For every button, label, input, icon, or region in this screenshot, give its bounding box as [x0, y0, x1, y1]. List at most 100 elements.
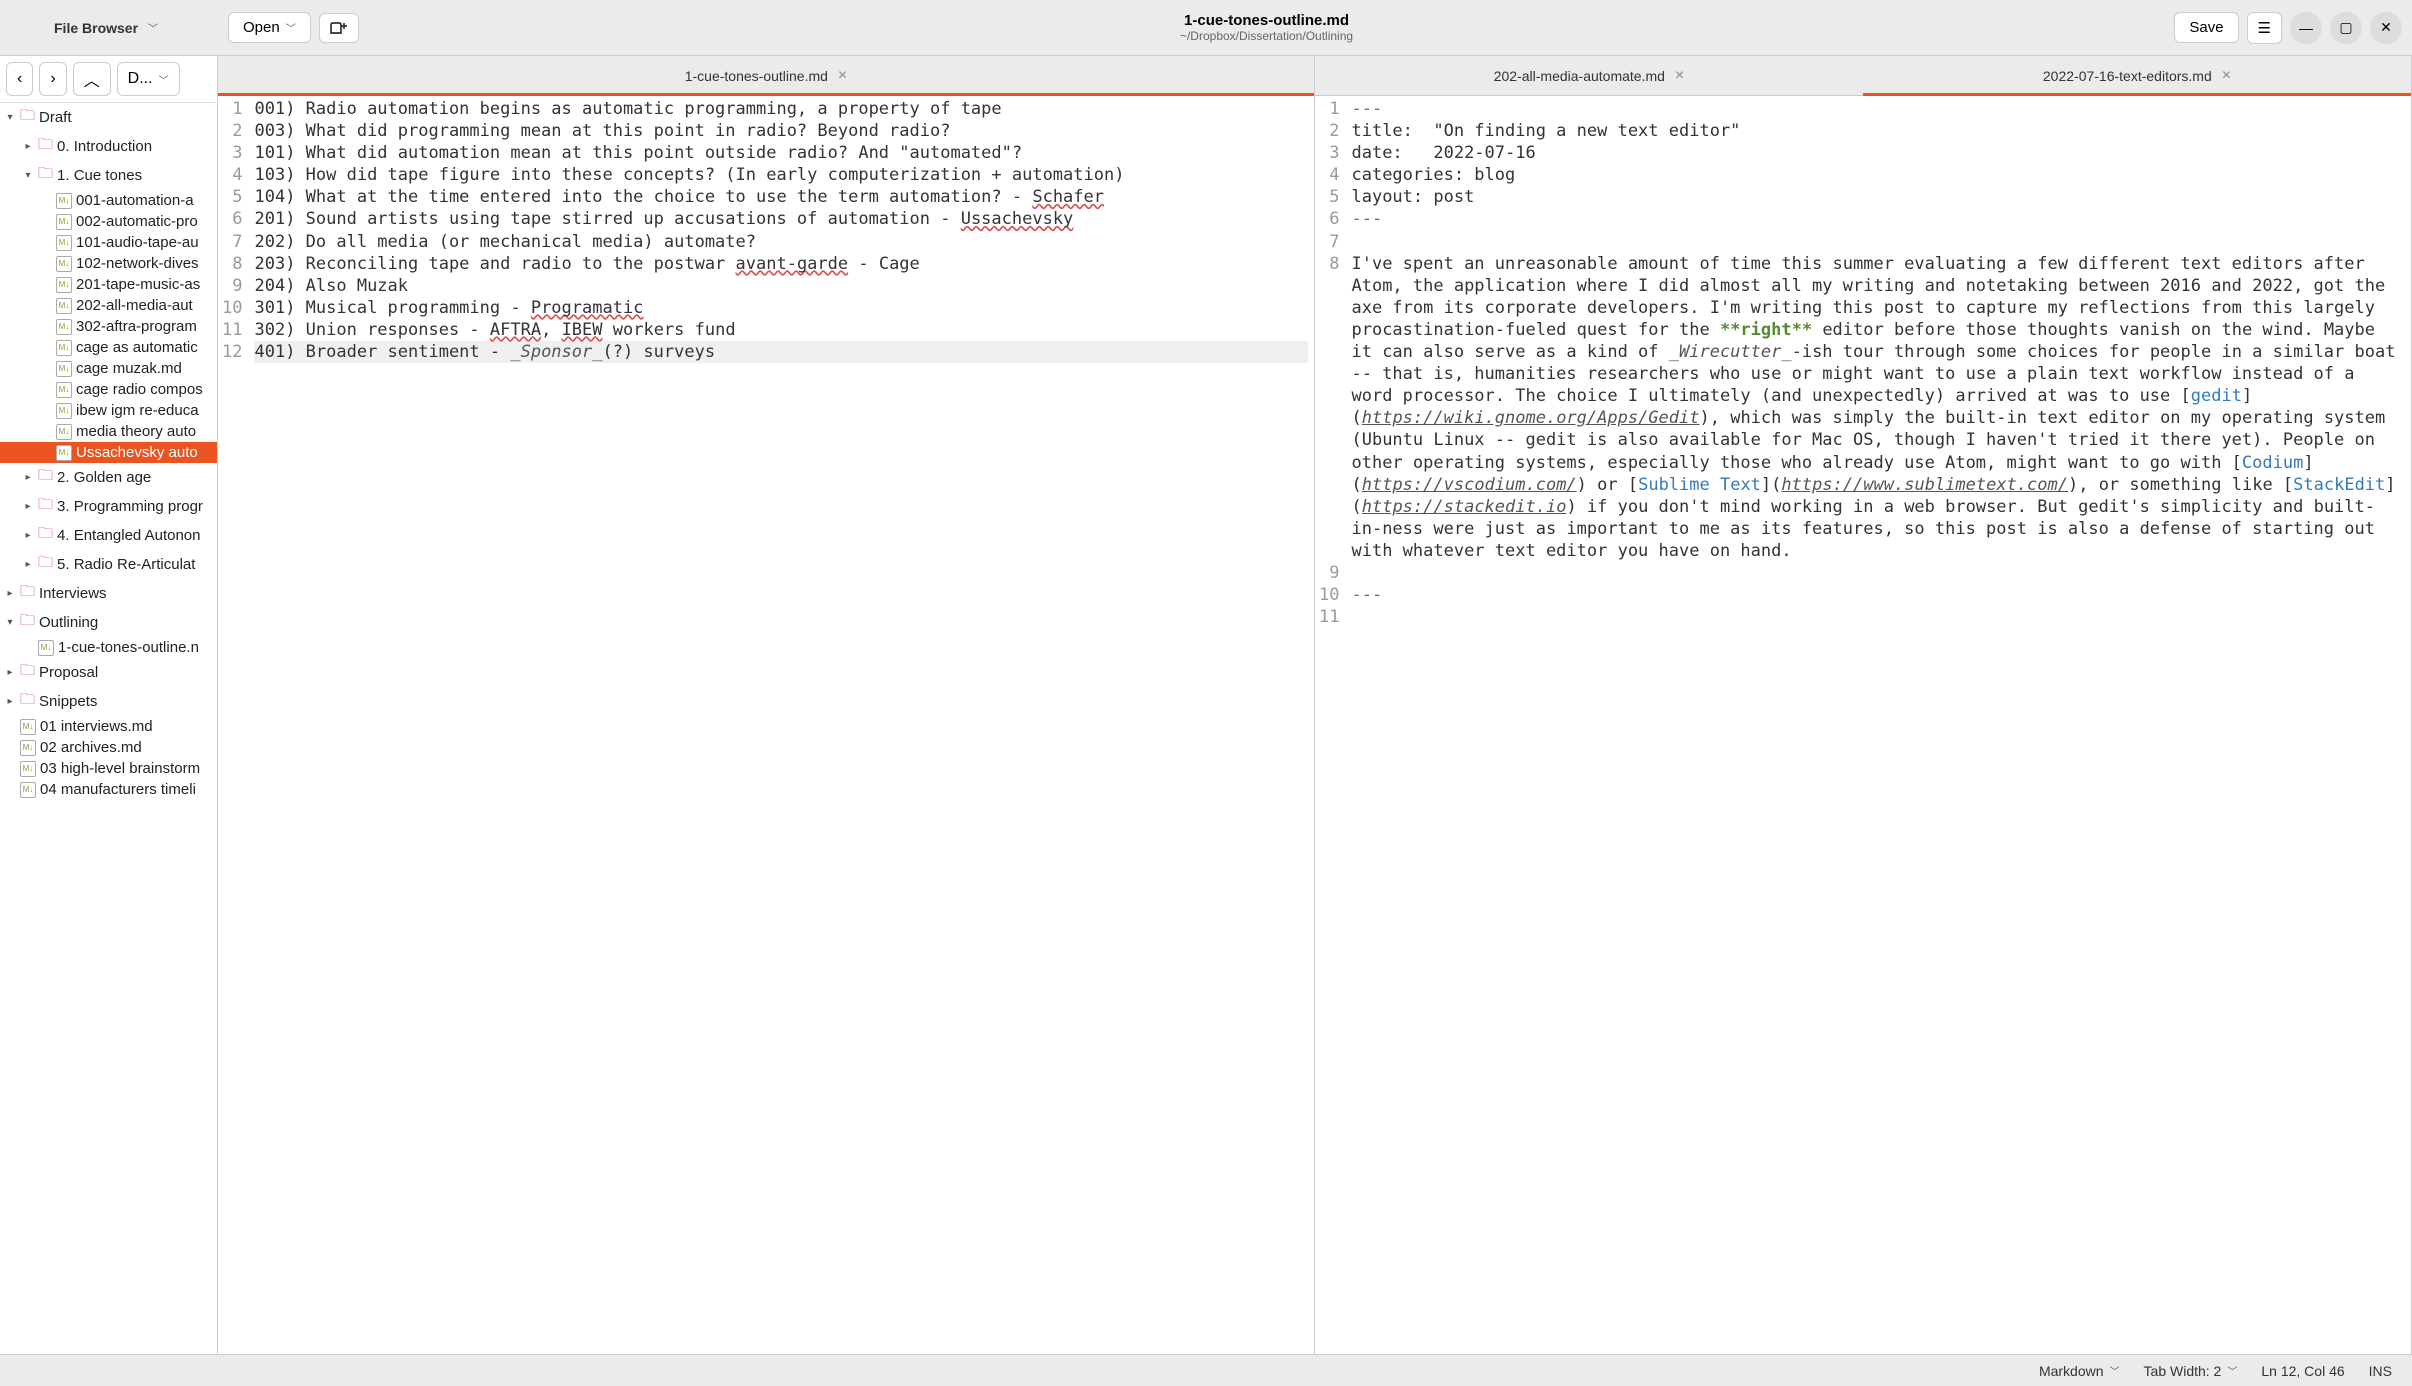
code-line[interactable]: categories: blog	[1351, 164, 2405, 186]
tree-item-label: 02 archives.md	[40, 739, 142, 756]
code-line[interactable]: ---	[1351, 208, 2405, 230]
nav-path-dropdown[interactable]: D... ﹀	[117, 62, 180, 96]
file-item[interactable]: M↓002-automatic-pro	[0, 211, 217, 232]
expander-icon[interactable]: ▸	[22, 559, 34, 570]
editor-panes: 1-cue-tones-outline.md×12345678910111200…	[218, 56, 2412, 1354]
folder-item[interactable]: ▸🗀0. Introduction	[0, 132, 217, 161]
file-tree[interactable]: ▾🗀Draft▸🗀0. Introduction▾🗀1. Cue tonesM↓…	[0, 103, 217, 1354]
file-item[interactable]: M↓302-aftra-program	[0, 316, 217, 337]
file-item[interactable]: M↓102-network-dives	[0, 253, 217, 274]
expander-icon[interactable]: ▾	[4, 112, 16, 123]
code-line[interactable]: 103) How did tape figure into these conc…	[254, 164, 1308, 186]
file-item[interactable]: M↓cage as automatic	[0, 337, 217, 358]
file-icon: M↓	[56, 277, 72, 293]
tree-item-label: 4. Entangled Autonon	[57, 527, 200, 544]
file-item[interactable]: M↓202-all-media-aut	[0, 295, 217, 316]
file-item[interactable]: M↓201-tape-music-as	[0, 274, 217, 295]
nav-up-button[interactable]: ︿	[73, 62, 111, 96]
close-icon[interactable]: ×	[1675, 67, 1684, 85]
file-item[interactable]: M↓03 high-level brainstorm	[0, 758, 217, 779]
tab-width-selector[interactable]: Tab Width: 2﹀	[2144, 1363, 2238, 1379]
folder-item[interactable]: ▾🗀Outlining	[0, 608, 217, 637]
file-item[interactable]: M↓001-automation-a	[0, 190, 217, 211]
folder-item[interactable]: ▸🗀Proposal	[0, 658, 217, 687]
tree-item-label: cage as automatic	[76, 339, 198, 356]
close-icon[interactable]: ×	[2222, 67, 2231, 85]
expander-icon[interactable]: ▸	[4, 696, 16, 707]
chevron-down-icon[interactable]: ﹀	[148, 20, 158, 35]
editor-tab[interactable]: 1-cue-tones-outline.md×	[218, 56, 1314, 95]
folder-item[interactable]: ▸🗀Snippets	[0, 687, 217, 716]
insert-mode[interactable]: INS	[2369, 1363, 2392, 1379]
folder-icon: 🗀	[38, 465, 53, 490]
close-icon[interactable]: ×	[838, 67, 847, 85]
file-item[interactable]: M↓04 manufacturers timeli	[0, 779, 217, 800]
expander-icon[interactable]: ▾	[4, 617, 16, 628]
editor-tab[interactable]: 2022-07-16-text-editors.md×	[1863, 56, 2411, 95]
code-line[interactable]: 101) What did automation mean at this po…	[254, 142, 1308, 164]
file-item[interactable]: M↓media theory auto	[0, 421, 217, 442]
folder-item[interactable]: ▸🗀2. Golden age	[0, 463, 217, 492]
document-path: ~/Dropbox/Dissertation/Outlining	[367, 29, 2167, 43]
code-line[interactable]: 401) Broader sentiment - _Sponsor_(?) su…	[254, 341, 1308, 363]
expander-icon[interactable]: ▸	[22, 530, 34, 541]
code-content[interactable]: 001) Radio automation begins as automati…	[248, 96, 1314, 1354]
code-line[interactable]: title: "On finding a new text editor"	[1351, 120, 2405, 142]
close-button[interactable]: ✕	[2370, 12, 2402, 44]
code-line[interactable]: 003) What did programming mean at this p…	[254, 120, 1308, 142]
folder-item[interactable]: ▾🗀Draft	[0, 103, 217, 132]
code-line[interactable]: 204) Also Muzak	[254, 275, 1308, 297]
editor-tab[interactable]: 202-all-media-automate.md×	[1315, 56, 1863, 95]
nav-back-button[interactable]: ‹	[6, 62, 33, 96]
code-line[interactable]: ---	[1351, 584, 2405, 606]
code-line[interactable]: 301) Musical programming - Programatic	[254, 297, 1308, 319]
expander-icon[interactable]: ▾	[22, 170, 34, 181]
folder-item[interactable]: ▸🗀3. Programming progr	[0, 492, 217, 521]
nav-forward-button[interactable]: ›	[39, 62, 66, 96]
code-line[interactable]: 203) Reconciling tape and radio to the p…	[254, 253, 1308, 275]
expander-icon[interactable]: ▸	[4, 588, 16, 599]
open-button[interactable]: Open﹀	[228, 12, 311, 43]
file-item[interactable]: M↓101-audio-tape-au	[0, 232, 217, 253]
code-line[interactable]: 202) Do all media (or mechanical media) …	[254, 231, 1308, 253]
expander-icon[interactable]: ▸	[4, 667, 16, 678]
code-editor[interactable]: 123456789101112001) Radio automation beg…	[218, 96, 1314, 1354]
file-item[interactable]: M↓01 interviews.md	[0, 716, 217, 737]
folder-item[interactable]: ▸🗀4. Entangled Autonon	[0, 521, 217, 550]
code-line[interactable]: 302) Union responses - AFTRA, IBEW worke…	[254, 319, 1308, 341]
file-item[interactable]: M↓Ussachevsky auto	[0, 442, 217, 463]
code-editor[interactable]: 1234567891011---title: "On finding a new…	[1315, 96, 2411, 1354]
file-item[interactable]: M↓02 archives.md	[0, 737, 217, 758]
tree-item-label: cage radio compos	[76, 381, 203, 398]
file-icon: M↓	[56, 361, 72, 377]
maximize-button[interactable]: ▢	[2330, 12, 2362, 44]
folder-item[interactable]: ▾🗀1. Cue tones	[0, 161, 217, 190]
new-tab-button[interactable]	[319, 13, 359, 43]
expander-icon[interactable]: ▸	[22, 472, 34, 483]
file-item[interactable]: M↓ibew igm re-educa	[0, 400, 217, 421]
hamburger-menu-button[interactable]: ☰	[2247, 12, 2282, 44]
code-line[interactable]: date: 2022-07-16	[1351, 142, 2405, 164]
code-line[interactable]: 104) What at the time entered into the c…	[254, 186, 1308, 208]
save-button[interactable]: Save	[2174, 12, 2238, 43]
code-line[interactable]: layout: post	[1351, 186, 2405, 208]
file-icon: M↓	[20, 782, 36, 798]
file-item[interactable]: M↓cage muzak.md	[0, 358, 217, 379]
code-line[interactable]: ---	[1351, 98, 2405, 120]
minimize-button[interactable]: —	[2290, 12, 2322, 44]
code-line[interactable]	[1351, 231, 2405, 253]
syntax-selector[interactable]: Markdown﹀	[2039, 1363, 2120, 1379]
folder-item[interactable]: ▸🗀Interviews	[0, 579, 217, 608]
file-item[interactable]: M↓1-cue-tones-outline.n	[0, 637, 217, 658]
folder-item[interactable]: ▸🗀5. Radio Re-Articulat	[0, 550, 217, 579]
code-line[interactable]: 001) Radio automation begins as automati…	[254, 98, 1308, 120]
expander-icon[interactable]: ▸	[22, 141, 34, 152]
code-line[interactable]	[1351, 562, 2405, 584]
file-item[interactable]: M↓cage radio compos	[0, 379, 217, 400]
code-line[interactable]: I've spent an unreasonable amount of tim…	[1351, 253, 2405, 562]
expander-icon[interactable]: ▸	[22, 501, 34, 512]
line-gutter: 1234567891011	[1315, 96, 1345, 1354]
code-content[interactable]: ---title: "On finding a new text editor"…	[1345, 96, 2411, 1354]
code-line[interactable]	[1351, 606, 2405, 628]
code-line[interactable]: 201) Sound artists using tape stirred up…	[254, 208, 1308, 230]
